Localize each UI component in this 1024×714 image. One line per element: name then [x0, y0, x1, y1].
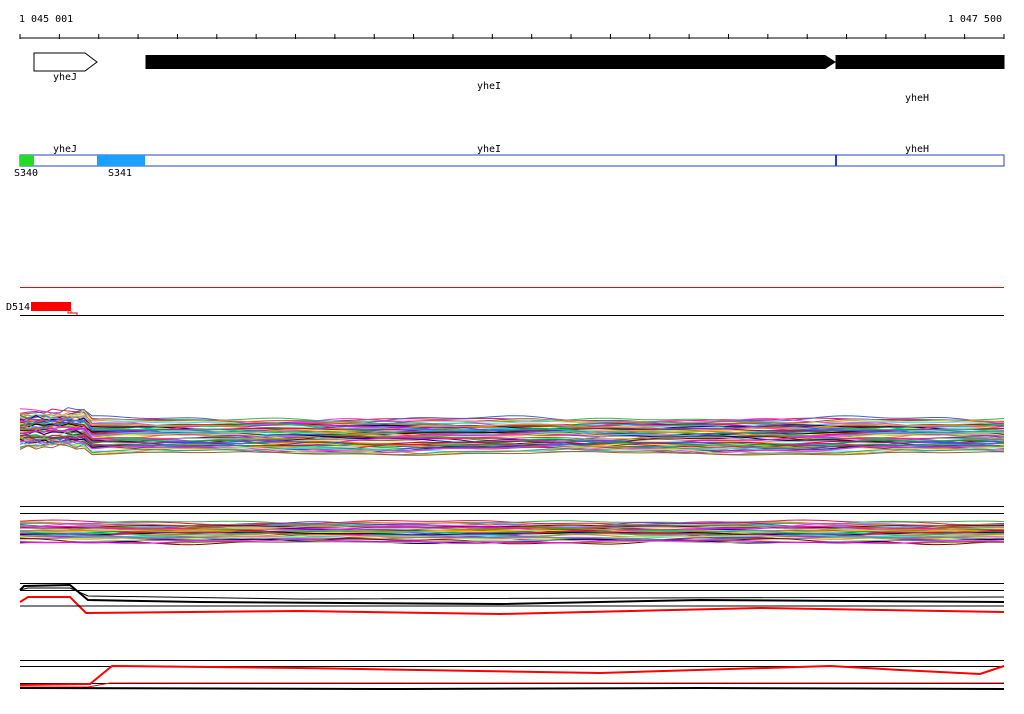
segment-label-s340: S340: [14, 168, 38, 179]
expression-profiles-track-2: [19, 519, 1005, 546]
summary-line-black: [19, 583, 1005, 606]
transcript-label-yhei: yheI: [477, 144, 501, 155]
segment-s340[interactable]: [20, 155, 34, 166]
expression-track-3-frame: [20, 583, 1004, 591]
expression-summary-track-3: [19, 583, 1005, 616]
gene-arrow-yheh[interactable]: [835, 55, 1005, 69]
gene-arrow-yhej[interactable]: [33, 52, 98, 72]
transcript-divider-yhei-yheh: [835, 155, 837, 166]
expression-profiles-track-1: [19, 407, 1005, 456]
summary-line-red: [19, 664, 1005, 686]
deletion-track: D514: [6, 287, 1004, 316]
axis-start-label: 1 045 001: [19, 14, 73, 25]
deletion-bar-d514[interactable]: [31, 302, 71, 311]
segment-s341[interactable]: [97, 155, 145, 166]
genome-browser-view: 1 045 001 1 047 500 yheJ yheI yheH yheJ …: [6, 14, 1005, 691]
deletion-label-d514: D514: [6, 302, 30, 313]
expression-track-2-frame: [20, 506, 1004, 514]
summary-line-black: [19, 686, 1005, 691]
transcript-bar[interactable]: [19, 154, 1005, 167]
gene-label-yheh: yheH: [905, 93, 929, 104]
gene-label-yhej: yheJ: [53, 72, 77, 83]
axis-end-label: 1 047 500: [948, 14, 1002, 25]
transcript-track: yheJ yheI yheH S340 S341: [14, 144, 1005, 179]
transcript-label-yhej: yheJ: [53, 144, 77, 155]
segment-label-s341: S341: [108, 168, 132, 179]
expression-summary-track-4: [19, 664, 1005, 691]
coordinate-axis: 1 045 001 1 047 500: [19, 14, 1005, 39]
summary-line-black-thin: [19, 587, 1005, 600]
transcript-label-yheh: yheH: [905, 144, 929, 155]
gene-track: yheJ yheI yheH: [33, 52, 1005, 104]
gene-label-yhei: yheI: [477, 81, 501, 92]
gene-arrow-yhei[interactable]: [145, 55, 836, 69]
